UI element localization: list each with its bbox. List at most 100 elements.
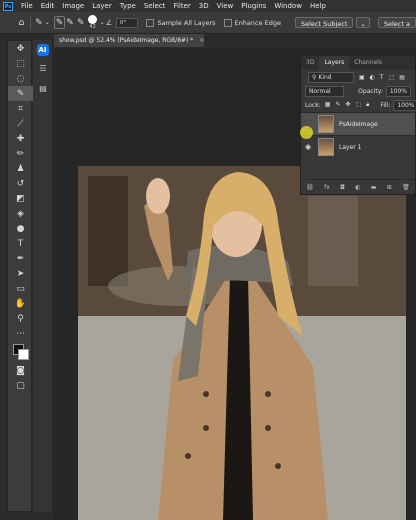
- menu-file[interactable]: File: [17, 2, 37, 10]
- brush-preset-picker[interactable]: 42: [88, 15, 98, 30]
- smart-object-filter-icon[interactable]: ▤: [399, 74, 405, 81]
- move-tool-icon[interactable]: ✥: [8, 41, 33, 56]
- close-document-icon[interactable]: ×: [199, 37, 204, 44]
- menu-edit[interactable]: Edit: [37, 2, 59, 10]
- eraser-tool-icon[interactable]: ◩: [8, 191, 33, 206]
- menu-window[interactable]: Window: [270, 2, 306, 10]
- select-subject-chevron-icon[interactable]: ⌄: [356, 17, 370, 28]
- sample-all-layers-checkbox[interactable]: [146, 18, 155, 27]
- libraries-icon[interactable]: ▤: [33, 80, 53, 96]
- delete-layer-icon[interactable]: 🗑︎: [402, 184, 410, 191]
- enhance-edge-checkbox[interactable]: [223, 18, 232, 27]
- menu-help[interactable]: Help: [306, 2, 330, 10]
- healing-brush-tool-icon[interactable]: ✚: [8, 131, 33, 146]
- new-layer-icon[interactable]: ⊞: [387, 184, 392, 191]
- opacity-field[interactable]: 100%: [385, 85, 411, 97]
- photo-illustration: [78, 166, 406, 520]
- shape-filter-icon[interactable]: ⬚: [389, 74, 395, 81]
- add-mask-icon[interactable]: ◘: [340, 184, 345, 191]
- menu-plugins[interactable]: Plugins: [237, 2, 270, 10]
- select-subject-button[interactable]: Select Subject: [295, 17, 354, 28]
- menu-filter[interactable]: Filter: [169, 2, 194, 10]
- angle-field[interactable]: 0°: [115, 17, 139, 28]
- zoom-tool-icon[interactable]: ⚲: [8, 311, 33, 326]
- path-selection-tool-icon[interactable]: ➤: [8, 266, 33, 281]
- home-icon[interactable]: ⌂: [16, 16, 27, 30]
- crop-tool-icon[interactable]: ⌗: [8, 101, 33, 116]
- lock-artboard-icon[interactable]: ⬚: [355, 101, 361, 108]
- layer-name[interactable]: Layer 1: [339, 144, 361, 151]
- tab-channels[interactable]: Channels: [349, 56, 387, 70]
- visibility-eye-icon[interactable]: ◉: [305, 143, 315, 151]
- history-brush-tool-icon[interactable]: ↺: [8, 176, 33, 191]
- pen-tool-icon[interactable]: ✒: [8, 251, 33, 266]
- layer-row[interactable]: PsAideImage: [301, 112, 415, 135]
- rectangle-tool-icon[interactable]: ▭: [8, 281, 33, 296]
- quick-selection-tool-icon[interactable]: ✎: [8, 86, 33, 101]
- document-tab[interactable]: show.psd @ 52.4% (PsAideImage, RGB/8#) *…: [54, 34, 204, 47]
- menu-bar: Ps File Edit Image Layer Type Select Fil…: [0, 0, 416, 12]
- quick-mask-icon[interactable]: ◙: [8, 363, 33, 378]
- lasso-tool-icon[interactable]: ◌: [8, 71, 33, 86]
- blend-row: Normal Opacity: 100%: [301, 84, 415, 98]
- paint-bucket-tool-icon[interactable]: ◈: [8, 206, 33, 221]
- tool-preset-chevron-icon[interactable]: ⌄: [44, 16, 50, 30]
- new-selection-icon[interactable]: ✎: [54, 16, 65, 29]
- link-layers-icon[interactable]: ⛓: [306, 184, 314, 191]
- adjustments-icon[interactable]: ☰: [33, 60, 53, 76]
- quick-select-tool-icon[interactable]: ✎: [33, 16, 44, 30]
- subtract-from-selection-icon[interactable]: ✎: [75, 16, 86, 30]
- menu-select[interactable]: Select: [140, 2, 170, 10]
- adjustment-layer-icon[interactable]: ◐: [355, 184, 360, 191]
- select-and-mask-button[interactable]: Select a: [377, 17, 416, 28]
- menu-type[interactable]: Type: [116, 2, 140, 10]
- add-to-selection-icon[interactable]: ✎: [65, 16, 76, 30]
- pixel-filter-icon[interactable]: ▣: [359, 74, 365, 81]
- lock-pixels-icon[interactable]: ▦: [325, 101, 331, 108]
- new-group-icon[interactable]: ▬: [371, 184, 377, 191]
- kind-filter-label: Kind: [318, 73, 332, 81]
- tab-3d[interactable]: 3D: [301, 56, 319, 70]
- lock-all-icon[interactable]: 🔒︎: [366, 101, 369, 108]
- hand-tool-icon[interactable]: ✋: [8, 296, 33, 311]
- layer-row[interactable]: ◉ Layer 1: [301, 135, 415, 158]
- sample-all-layers-option[interactable]: Sample All Layers: [146, 18, 216, 27]
- adjustment-filter-icon[interactable]: ◐: [370, 74, 375, 81]
- menu-image[interactable]: Image: [58, 2, 88, 10]
- lock-paint-icon[interactable]: ✎: [335, 101, 340, 108]
- blend-mode-select[interactable]: Normal: [305, 85, 345, 97]
- brush-dot-icon: [88, 15, 98, 24]
- opacity-label: Opacity:: [358, 87, 383, 95]
- lock-position-icon[interactable]: ✥: [345, 101, 350, 108]
- lock-row: Lock: ▦ ✎ ✥ ⬚ 🔒︎ Fill: 100%: [301, 98, 416, 112]
- fill-field[interactable]: 100%: [393, 99, 416, 111]
- kind-filter-select[interactable]: ⚲ Kind: [308, 71, 354, 83]
- type-tool-icon[interactable]: T: [8, 236, 33, 251]
- divider: [29, 15, 31, 30]
- marquee-tool-icon[interactable]: ⬚: [8, 56, 33, 71]
- brush-tool-icon[interactable]: ✏: [8, 146, 33, 161]
- ai-plugin-icon[interactable]: AI: [36, 44, 49, 56]
- tab-layers[interactable]: Layers: [319, 56, 350, 70]
- screen-mode-icon[interactable]: ▢: [8, 378, 33, 393]
- tools-panel: ✥ ⬚ ◌ ✎ ⌗ ⟋ ✚ ✏ ♟ ↺ ◩ ◈ ● T ✒ ➤ ▭ ✋ ⚲ ⋯ …: [7, 40, 33, 512]
- document-title: show.psd @ 52.4% (PsAideImage, RGB/8#) *: [59, 37, 194, 44]
- clone-stamp-tool-icon[interactable]: ♟: [8, 161, 33, 176]
- menu-layer[interactable]: Layer: [88, 2, 116, 10]
- type-filter-icon[interactable]: T: [380, 74, 384, 81]
- eyedropper-tool-icon[interactable]: ⟋: [8, 116, 33, 131]
- menu-view[interactable]: View: [213, 2, 238, 10]
- layer-name[interactable]: PsAideImage: [339, 121, 378, 128]
- color-swatches[interactable]: [8, 341, 31, 363]
- layer-style-icon[interactable]: fx: [324, 184, 330, 191]
- more-tools-icon[interactable]: ⋯: [8, 326, 33, 341]
- dodge-tool-icon[interactable]: ●: [8, 221, 33, 236]
- layers-panel: 3D Layers Channels ⚲ Kind ▣ ◐ T ⬚ ▤ Normal O…: [300, 55, 416, 195]
- document-photo[interactable]: [78, 166, 406, 520]
- enhance-edge-option[interactable]: Enhance Edge: [223, 18, 281, 27]
- angle-icon: ∠: [105, 18, 113, 27]
- search-icon: ⚲: [312, 73, 317, 81]
- menu-3d[interactable]: 3D: [195, 2, 213, 10]
- background-color-swatch[interactable]: [18, 349, 29, 360]
- panel-tabs: 3D Layers Channels: [301, 56, 415, 70]
